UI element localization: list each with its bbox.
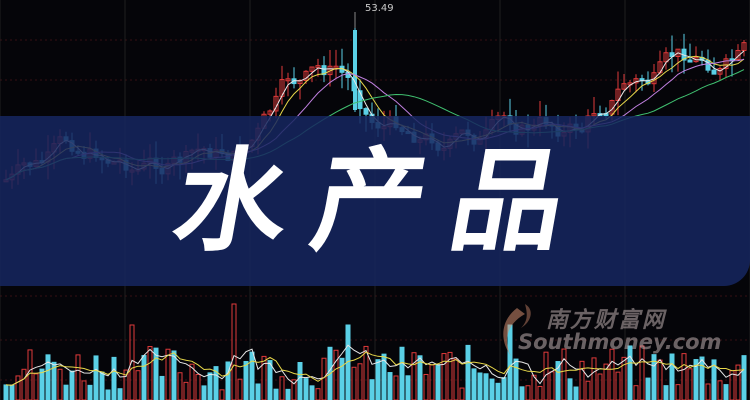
volume-bar	[675, 384, 681, 400]
volume-bar	[9, 384, 15, 400]
volume-bar	[405, 375, 411, 400]
volume-bar	[195, 373, 201, 400]
volume-bar	[249, 351, 255, 400]
volume-bar	[219, 389, 225, 400]
volume-bar	[369, 379, 375, 400]
volume-bar	[501, 377, 507, 400]
volume-bar	[411, 352, 417, 400]
volume-bar	[573, 386, 579, 400]
volume-bar	[399, 346, 405, 400]
volume-bar	[69, 370, 75, 400]
volume-bar	[549, 371, 555, 400]
volume-bar	[423, 373, 429, 400]
volume-bar	[93, 355, 99, 400]
volume-bar	[615, 371, 621, 400]
volume-bar	[441, 353, 447, 400]
volume-bar	[723, 384, 729, 400]
volume-bar	[705, 383, 711, 400]
volume-bar	[717, 380, 723, 400]
volume-bar	[231, 303, 237, 400]
volume-bar	[495, 382, 501, 400]
volume-bar	[387, 372, 393, 400]
volume-bar	[201, 385, 207, 400]
volume-bar	[435, 364, 441, 400]
volume-bar	[633, 385, 639, 400]
volume-bar	[489, 378, 495, 400]
volume-bar	[63, 384, 69, 400]
volume-bar	[687, 368, 693, 400]
volume-bar	[375, 359, 381, 400]
volume-bar	[135, 370, 141, 400]
volume-bar	[321, 357, 327, 400]
volume-bar	[57, 368, 63, 400]
volume-bar	[117, 388, 123, 400]
volume-bar	[429, 364, 435, 400]
volume-bar	[351, 366, 357, 400]
volume-bar	[597, 373, 603, 400]
volume-bar	[273, 388, 279, 400]
volume-bar	[465, 344, 471, 400]
volume-bar	[159, 375, 165, 400]
candle-body	[687, 59, 693, 63]
volume-bar	[261, 355, 267, 400]
volume-bar	[483, 373, 489, 400]
volume-bar	[297, 362, 303, 400]
volume-bar	[21, 368, 27, 400]
volume-bar	[33, 373, 39, 400]
watermark-english-text: Southmoney.com	[518, 330, 722, 354]
volume-bar	[105, 389, 111, 400]
volume-bar	[81, 380, 87, 400]
volume-bar	[567, 378, 573, 400]
candle-body	[711, 69, 717, 75]
volume-bar	[183, 381, 189, 400]
cover-image: 53.49 水产品 南方财富网 Southmoney.com	[0, 0, 750, 400]
volume-bar	[537, 385, 543, 400]
volume-bar	[147, 346, 153, 400]
volume-bar	[99, 371, 105, 400]
volume-bar	[477, 372, 483, 400]
peak-price-label: 53.49	[365, 3, 394, 14]
volume-bar	[519, 386, 525, 400]
volume-bar	[207, 372, 213, 400]
volume-bar	[285, 388, 291, 400]
volume-bar	[75, 354, 81, 400]
volume-bar	[129, 324, 135, 400]
volume-bar	[315, 388, 321, 400]
volume-bar	[471, 368, 477, 400]
volume-bar	[177, 372, 183, 400]
volume-bar	[141, 355, 147, 400]
volume-bar	[459, 387, 465, 400]
volume-bar	[663, 385, 669, 400]
volume-bar	[237, 378, 243, 400]
volume-bar	[741, 355, 747, 400]
volume-bar	[357, 363, 363, 400]
volume-bar	[3, 384, 9, 400]
volume-bar	[39, 368, 45, 400]
volume-bar	[333, 349, 339, 400]
volume-bar	[513, 358, 519, 400]
candle-body	[353, 30, 357, 110]
volume-bar	[645, 377, 651, 400]
volume-bar	[87, 384, 93, 400]
page-title: 水产品	[164, 137, 602, 267]
volume-bar	[591, 357, 597, 400]
volume-bar	[255, 383, 261, 400]
volume-bar	[525, 385, 531, 400]
volume-bar	[309, 385, 315, 400]
volume-bar	[267, 360, 273, 400]
volume-bar	[111, 356, 117, 400]
volume-bar	[303, 378, 309, 400]
volume-bar	[585, 380, 591, 400]
volume-bar	[243, 360, 249, 400]
volume-bar	[579, 360, 585, 400]
